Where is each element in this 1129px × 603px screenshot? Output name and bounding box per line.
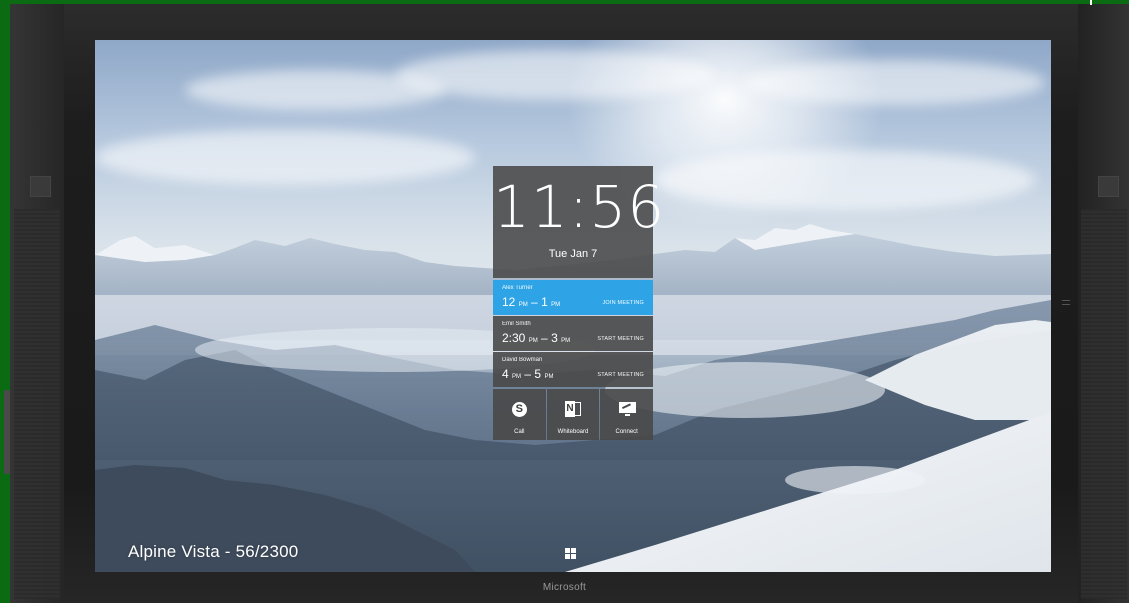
brand-label: Microsoft xyxy=(542,582,587,593)
whiteboard-label: Whiteboard xyxy=(557,429,589,435)
meeting-time: 4 PM – 5 PM xyxy=(502,367,554,381)
skype-icon: S xyxy=(511,401,527,417)
lock-screen[interactable]: 11:56 Tue Jan 7 Alex Turner 12 PM – 1 PM… xyxy=(95,40,1051,572)
wallpaper-caption: Alpine Vista - 56/2300 xyxy=(128,542,299,561)
left-speaker-grille xyxy=(14,209,60,599)
meeting-organizer: David Bowman xyxy=(502,357,543,363)
windows-logo-icon[interactable] xyxy=(565,548,576,559)
join-meeting-button[interactable]: JOIN MEETING xyxy=(602,300,644,306)
right-sensor xyxy=(1098,176,1119,197)
left-speaker xyxy=(10,4,64,603)
meeting-organizer: Alex Turner xyxy=(502,285,533,291)
call-button[interactable]: S Call xyxy=(493,389,546,440)
meeting-organizer: Emil Smith xyxy=(502,321,531,327)
start-meeting-button[interactable]: START MEETING xyxy=(597,336,644,342)
connect-icon xyxy=(618,401,636,417)
meeting-item-2[interactable]: Emil Smith 2:30 PM – 3 PM START MEETING xyxy=(493,316,653,351)
connect-button[interactable]: Connect xyxy=(600,389,654,440)
call-label: Call xyxy=(514,429,525,435)
whiteboard-button[interactable]: N Whiteboard xyxy=(546,389,600,440)
start-meeting-button[interactable]: START MEETING xyxy=(597,372,644,378)
clock-date: Tue Jan 7 xyxy=(548,248,598,260)
connect-label: Connect xyxy=(615,429,638,435)
quick-actions: S Call N Whiteboard Connect xyxy=(493,389,654,440)
meeting-time: 12 PM – 1 PM xyxy=(502,295,561,309)
right-speaker xyxy=(1078,4,1129,603)
lock-panel: 11:56 Tue Jan 7 Alex Turner 12 PM – 1 PM… xyxy=(493,166,666,440)
left-sensor xyxy=(30,176,51,197)
clock-time: 11:56 xyxy=(493,173,666,241)
meeting-time: 2:30 PM – 3 PM xyxy=(502,331,571,345)
clock-tile: 11:56 Tue Jan 7 xyxy=(493,166,666,278)
top-mark xyxy=(1090,0,1092,5)
onenote-icon: N xyxy=(565,401,581,417)
meeting-item-1[interactable]: Alex Turner 12 PM – 1 PM JOIN MEETING xyxy=(493,280,653,315)
pen-holder xyxy=(4,390,10,474)
right-speaker-grille xyxy=(1081,209,1127,599)
right-indicator xyxy=(1062,300,1070,305)
meeting-item-3[interactable]: David Bowman 4 PM – 5 PM START MEETING xyxy=(493,352,653,387)
